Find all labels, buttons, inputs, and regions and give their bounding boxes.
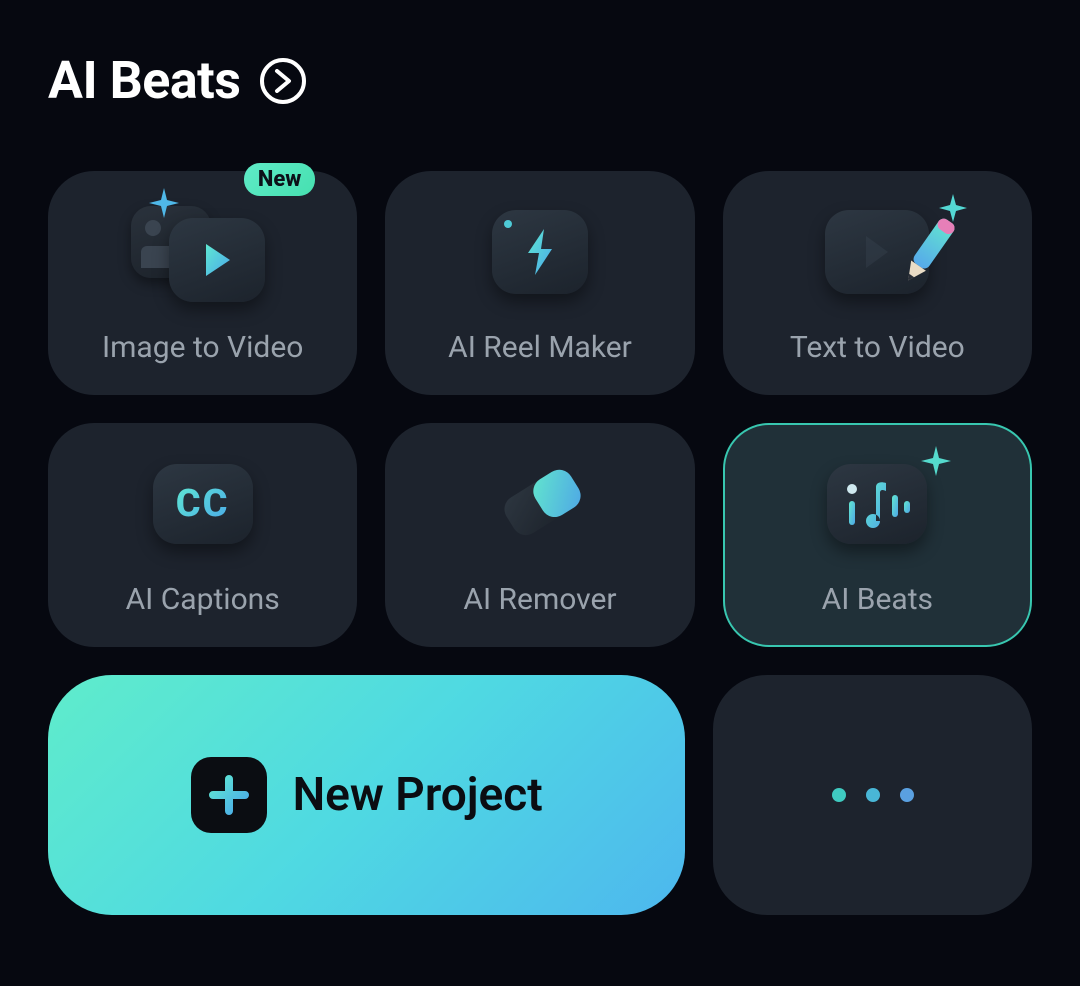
card-label: AI Reel Maker <box>448 330 632 365</box>
more-dots-icon <box>832 788 846 802</box>
card-ai-beats[interactable]: AI Beats <box>723 423 1032 647</box>
card-ai-remover[interactable]: AI Remover <box>385 423 694 647</box>
card-ai-reel-maker[interactable]: AI Reel Maker <box>385 171 694 395</box>
lightning-icon <box>492 202 588 302</box>
card-label: Text to Video <box>790 330 965 365</box>
plus-icon <box>191 757 267 833</box>
card-ai-captions[interactable]: CC AI Captions <box>48 423 357 647</box>
new-badge: New <box>244 163 315 196</box>
new-project-button[interactable]: New Project <box>48 675 685 915</box>
cc-icon: CC <box>153 454 253 554</box>
section-header[interactable]: AI Beats <box>48 50 1032 111</box>
more-dots-icon <box>866 788 880 802</box>
music-beats-icon <box>827 454 927 554</box>
more-button[interactable] <box>713 675 1032 915</box>
card-text-to-video[interactable]: Text to Video <box>723 171 1032 395</box>
card-label: AI Beats <box>822 582 933 617</box>
page-title: AI Beats <box>48 50 240 111</box>
new-project-label: New Project <box>293 768 543 822</box>
card-image-to-video[interactable]: New <box>48 171 357 395</box>
pencil-icon <box>825 202 929 302</box>
image-to-video-icon <box>155 202 251 302</box>
card-label: AI Captions <box>126 582 280 617</box>
card-label: Image to Video <box>102 330 303 365</box>
more-dots-icon <box>900 788 914 802</box>
card-label: AI Remover <box>463 582 616 617</box>
eraser-icon <box>485 454 595 554</box>
chevron-right-icon <box>260 58 306 104</box>
